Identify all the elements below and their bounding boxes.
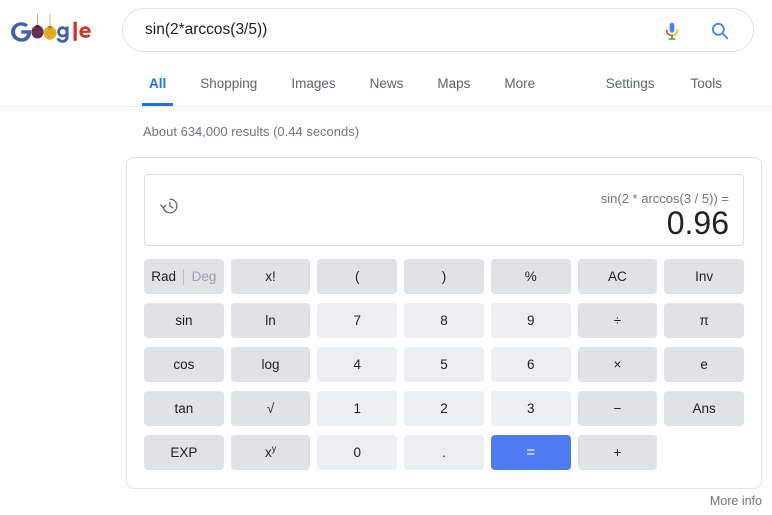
key-add[interactable]: + (577, 435, 658, 470)
tools-link[interactable]: Tools (672, 60, 740, 105)
key-pi[interactable]: π (664, 303, 744, 338)
key-sine[interactable]: sin (144, 303, 224, 338)
calculator-card: sin(2 * arccos(3 / 5)) = 0.96 Rad Deg x!… (126, 157, 762, 489)
key-digit-3[interactable]: 3 (490, 391, 571, 426)
magnifier-glyph (711, 22, 729, 40)
key-digit-1[interactable]: 1 (317, 391, 398, 426)
tab-shopping[interactable]: Shopping (183, 60, 274, 105)
history-icon[interactable] (159, 195, 181, 217)
key-natural-log[interactable]: ln (230, 303, 311, 338)
key-digit-5[interactable]: 5 (404, 347, 484, 382)
key-close-paren[interactable]: ) (404, 259, 484, 294)
key-digit-0[interactable]: 0 (317, 435, 398, 470)
key-percent[interactable]: % (490, 259, 571, 294)
key-divide[interactable]: ÷ (577, 303, 658, 338)
microphone-icon[interactable] (661, 20, 683, 42)
key-factorial[interactable]: x! (230, 259, 311, 294)
key-equals[interactable]: = (490, 435, 571, 470)
key-all-clear[interactable]: AC (577, 259, 658, 294)
key-digit-7[interactable]: 7 (317, 303, 398, 338)
result-stats: About 634,000 results (0.44 seconds) (143, 124, 360, 139)
google-doodle-logo[interactable] (10, 12, 102, 50)
calculator-result: 0.96 (666, 205, 729, 241)
key-digit-2[interactable]: 2 (404, 391, 484, 426)
tab-more[interactable]: More (487, 60, 552, 105)
tab-news[interactable]: News (353, 60, 421, 105)
key-decimal-point[interactable]: . (404, 435, 484, 470)
key-digit-4[interactable]: 4 (317, 347, 398, 382)
tab-all[interactable]: All (132, 60, 183, 106)
search-bar[interactable] (122, 8, 754, 52)
key-tangent[interactable]: tan (144, 391, 224, 426)
rad-option[interactable]: Rad (144, 269, 183, 284)
key-square-root[interactable]: √ (230, 391, 311, 426)
key-log[interactable]: log (230, 347, 311, 382)
history-clock-glyph (160, 198, 178, 214)
key-digit-6[interactable]: 6 (490, 347, 571, 382)
key-digit-9[interactable]: 9 (490, 303, 571, 338)
calculator-display: sin(2 * arccos(3 / 5)) = 0.96 (144, 174, 744, 246)
key-answer[interactable]: Ans (664, 391, 744, 426)
key-inverse[interactable]: Inv (664, 259, 744, 294)
key-euler-number[interactable]: e (664, 347, 744, 382)
page-header (0, 0, 772, 60)
angle-mode-toggle[interactable]: Rad Deg (144, 259, 224, 294)
key-power[interactable]: xy (230, 435, 311, 470)
key-multiply[interactable]: × (577, 347, 658, 382)
key-subtract[interactable]: − (577, 391, 658, 426)
key-open-paren[interactable]: ( (317, 259, 398, 294)
calculator-keypad: Rad Deg x! ( ) % AC Inv sin ln 7 8 9 ÷ π… (144, 259, 744, 470)
settings-link[interactable]: Settings (588, 60, 673, 105)
deg-option[interactable]: Deg (184, 269, 223, 284)
key-exponent[interactable]: EXP (144, 435, 224, 470)
search-input[interactable] (145, 9, 665, 51)
microphone-glyph (665, 22, 679, 40)
more-info-link[interactable]: More info (710, 494, 762, 508)
nav-tabs: All Shopping Images News Maps More (132, 60, 552, 106)
tab-maps[interactable]: Maps (420, 60, 487, 105)
key-digit-8[interactable]: 8 (404, 303, 484, 338)
nav-actions: Settings Tools (588, 60, 740, 105)
search-icon[interactable] (709, 20, 731, 42)
key-power-label: xy (264, 443, 277, 460)
key-cosine[interactable]: cos (144, 347, 224, 382)
tab-images[interactable]: Images (274, 60, 352, 105)
navigation-bar: All Shopping Images News Maps More Setti… (0, 60, 772, 107)
logo-svg (11, 14, 91, 43)
